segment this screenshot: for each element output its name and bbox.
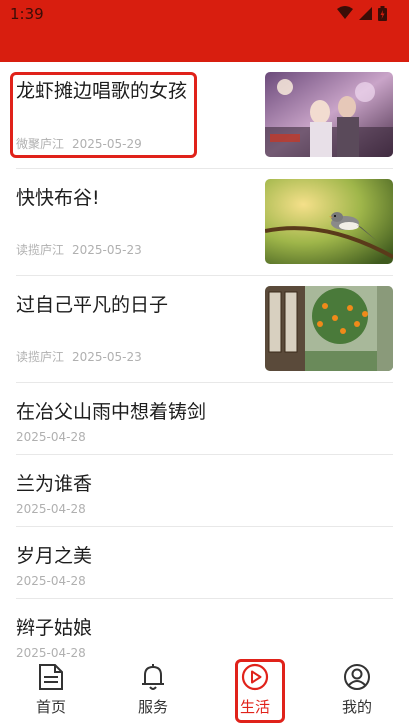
nav-life[interactable]: 生活: [225, 657, 285, 727]
article-title: 过自己平凡的日子: [16, 294, 169, 316]
article-meta: 微聚庐江 2025-05-29: [16, 135, 142, 152]
article-date: 2025-04-28: [16, 502, 86, 516]
article-thumbnail: [265, 286, 393, 371]
article-date: 2025-05-23: [72, 350, 142, 364]
nav-services[interactable]: 服务: [123, 657, 183, 727]
bell-icon: [140, 663, 166, 695]
list-item[interactable]: 过自己平凡的日子 读揽庐江 2025-05-23: [16, 276, 393, 383]
status-time: 1:39: [10, 5, 44, 23]
article-meta: 2025-04-28: [16, 646, 86, 657]
article-date: 2025-05-23: [72, 243, 142, 257]
article-date: 2025-05-29: [72, 137, 142, 151]
article-feed[interactable]: 龙虾摊边唱歌的女孩 微聚庐江 2025-05-29 快快布谷! 读揽庐江 202…: [0, 62, 409, 657]
article-meta: 2025-04-28: [16, 502, 86, 516]
list-item[interactable]: 兰为谁香 2025-04-28: [16, 455, 393, 527]
article-thumbnail: [265, 179, 393, 264]
list-item[interactable]: 在冶父山雨中想着铸剑 2025-04-28: [16, 383, 393, 455]
article-title: 兰为谁香: [16, 473, 93, 495]
list-item[interactable]: 辫子姑娘 2025-04-28: [16, 599, 393, 657]
nav-services-label: 服务: [137, 698, 168, 716]
battery-icon: [378, 5, 387, 21]
status-icons: [337, 5, 387, 21]
article-title: 在冶父山雨中想着铸剑: [16, 401, 207, 423]
home-document-icon: [38, 663, 64, 695]
nav-home-label: 首页: [35, 698, 66, 716]
nav-home[interactable]: 首页: [21, 657, 81, 727]
bottom-navigation: 首页 服务 生活 我的: [0, 657, 409, 727]
article-title: 龙虾摊边唱歌的女孩: [16, 80, 188, 102]
article-meta: 2025-04-28: [16, 574, 86, 588]
article-title: 快快布谷!: [16, 187, 100, 209]
nav-mine[interactable]: 我的: [327, 657, 387, 727]
nav-life-label: 生活: [239, 698, 270, 716]
list-item[interactable]: 龙虾摊边唱歌的女孩 微聚庐江 2025-05-29: [16, 62, 393, 169]
article-date: 2025-04-28: [16, 430, 86, 444]
article-date: 2025-04-28: [16, 574, 86, 588]
article-title: 辫子姑娘: [16, 617, 93, 639]
signal-icon: [359, 6, 372, 20]
article-source: 读揽庐江: [16, 243, 65, 257]
list-item[interactable]: 快快布谷! 读揽庐江 2025-05-23: [16, 169, 393, 276]
article-source: 微聚庐江: [16, 137, 65, 151]
article-meta: 2025-04-28: [16, 430, 86, 444]
article-thumbnail: [265, 72, 393, 157]
play-circle-icon: [241, 663, 269, 695]
app-header: 1:39: [0, 0, 409, 62]
nav-mine-label: 我的: [341, 698, 372, 716]
article-meta: 读揽庐江 2025-05-23: [16, 348, 142, 365]
wifi-icon: [337, 6, 353, 20]
user-circle-icon: [343, 663, 371, 695]
article-title: 岁月之美: [16, 545, 93, 567]
article-date: 2025-04-28: [16, 646, 86, 657]
list-item[interactable]: 岁月之美 2025-04-28: [16, 527, 393, 599]
article-meta: 读揽庐江 2025-05-23: [16, 241, 142, 258]
article-source: 读揽庐江: [16, 350, 65, 364]
